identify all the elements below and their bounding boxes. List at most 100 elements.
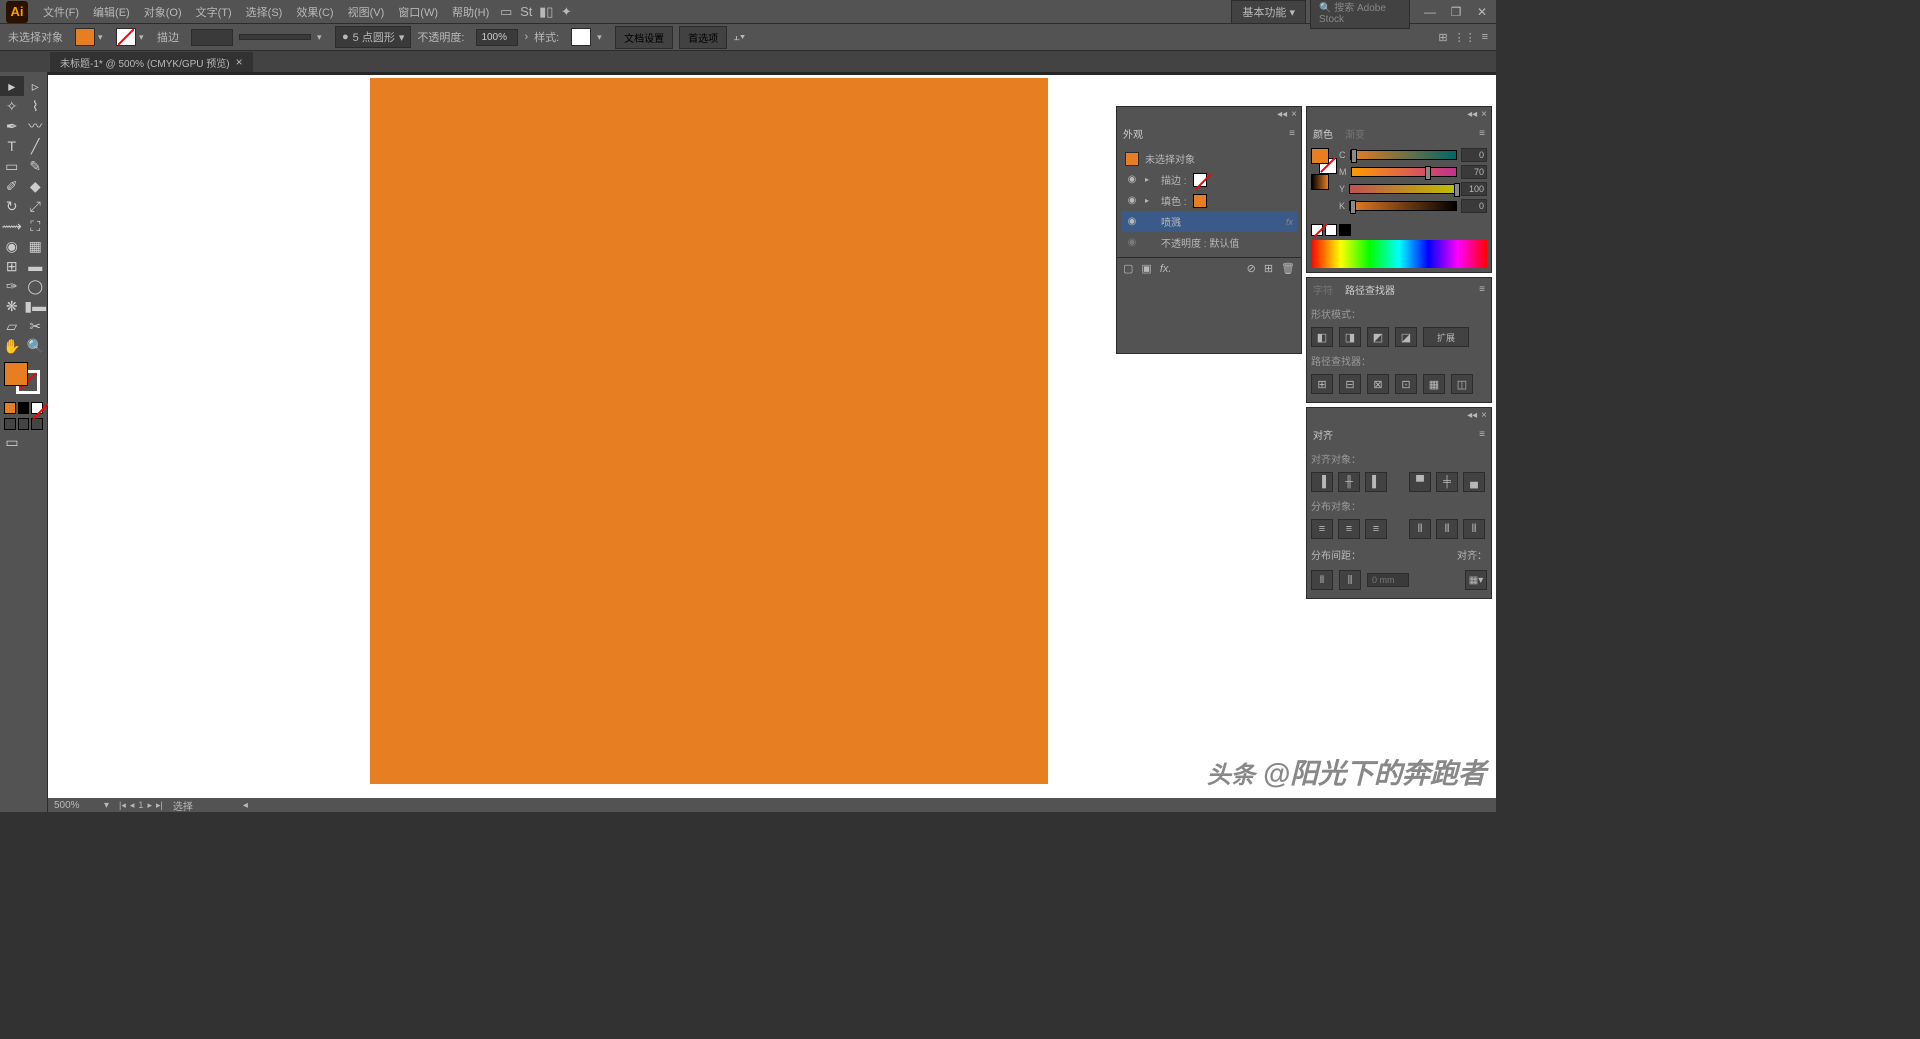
align-top-button[interactable]: ▀: [1409, 472, 1431, 492]
mesh-tool[interactable]: ⊞: [0, 256, 24, 276]
k-value[interactable]: 0: [1461, 199, 1487, 213]
gradient-tool[interactable]: ▬: [24, 256, 48, 276]
m-slider[interactable]: [1351, 167, 1458, 177]
new-stroke-icon[interactable]: ▢: [1123, 262, 1133, 275]
menu-view[interactable]: 视图(V): [341, 4, 392, 20]
trim-button[interactable]: ⊟: [1339, 374, 1361, 394]
document-setup-button[interactable]: 文档设置: [615, 26, 673, 49]
width-tool[interactable]: ⟿: [0, 216, 24, 236]
fill-color[interactable]: [4, 362, 28, 386]
align-vcenter-button[interactable]: ╪: [1436, 472, 1458, 492]
align-to-icon[interactable]: ⫠▾: [733, 31, 745, 44]
align-tab[interactable]: 对齐: [1313, 427, 1333, 442]
stock-icon[interactable]: St: [516, 2, 536, 22]
white-swatch[interactable]: [1325, 224, 1337, 236]
merge-button[interactable]: ⊠: [1367, 374, 1389, 394]
menu-help[interactable]: 帮助(H): [445, 4, 496, 20]
collapse-icon[interactable]: ◂◂: [1467, 410, 1477, 421]
pen-tool[interactable]: ✒: [0, 116, 24, 136]
color-spectrum[interactable]: [1311, 240, 1487, 268]
expand-arrow[interactable]: ▸: [1145, 175, 1155, 184]
add-effect-icon[interactable]: fx.: [1160, 263, 1172, 275]
minimize-icon[interactable]: —: [1422, 5, 1438, 19]
draw-normal[interactable]: [4, 418, 16, 430]
artboard-tool[interactable]: ▱: [0, 316, 24, 336]
pathfinder-tab[interactable]: 路径查找器: [1345, 282, 1395, 297]
visibility-toggle[interactable]: ◉: [1125, 174, 1139, 185]
panel-menu-icon[interactable]: ≡: [1479, 429, 1485, 440]
hand-tool[interactable]: ✋: [0, 336, 24, 356]
style-swatch[interactable]: [571, 28, 591, 46]
panel-menu-icon[interactable]: ≡: [1479, 128, 1485, 139]
artwork-orange-rectangle[interactable]: [370, 78, 1048, 784]
close-panel-icon[interactable]: ×: [1481, 109, 1487, 120]
spacing-input[interactable]: 0 mm: [1367, 573, 1409, 587]
visibility-toggle[interactable]: ◉: [1125, 195, 1139, 206]
isolate-icon[interactable]: ⋮⋮: [1454, 31, 1476, 44]
panel-menu-icon[interactable]: ≡: [1479, 284, 1485, 295]
paintbrush-tool[interactable]: ✎: [24, 156, 48, 176]
dist-top-button[interactable]: ≡: [1311, 519, 1333, 539]
menu-edit[interactable]: 编辑(E): [86, 4, 137, 20]
dist-left-button[interactable]: ⦀: [1409, 519, 1431, 539]
zoom-dropdown[interactable]: ▾: [104, 800, 109, 811]
visibility-toggle[interactable]: ◉: [1125, 237, 1139, 248]
align-to-selector[interactable]: ▦▾: [1465, 570, 1487, 590]
type-tool[interactable]: T: [0, 136, 24, 156]
fill-swatch[interactable]: [75, 28, 95, 46]
stroke-row-swatch[interactable]: [1193, 173, 1207, 187]
brush-definition[interactable]: [239, 34, 311, 40]
selection-tool[interactable]: ▸: [0, 76, 24, 96]
fill-stroke-box[interactable]: [4, 362, 40, 394]
minus-back-button[interactable]: ◫: [1451, 374, 1473, 394]
scale-tool[interactable]: ⤢: [24, 196, 48, 216]
minus-front-button[interactable]: ◨: [1339, 327, 1361, 347]
align-hcenter-button[interactable]: ╫: [1338, 472, 1360, 492]
shape-builder-tool[interactable]: ◉: [0, 236, 24, 256]
align-right-button[interactable]: ▌: [1365, 472, 1387, 492]
fill-dropdown[interactable]: ▾: [98, 32, 110, 43]
draw-behind[interactable]: [18, 418, 30, 430]
exclude-button[interactable]: ◪: [1395, 327, 1417, 347]
zoom-tool[interactable]: 🔍: [24, 336, 48, 356]
align-bottom-button[interactable]: ▄: [1463, 472, 1485, 492]
black-swatch[interactable]: [1339, 224, 1351, 236]
fill-row-swatch[interactable]: [1193, 194, 1207, 208]
prev-page-icon[interactable]: ◂: [130, 800, 135, 811]
screen-mode[interactable]: ▭: [0, 432, 24, 452]
rotate-tool[interactable]: ↻: [0, 196, 24, 216]
gpu-icon[interactable]: ✦: [556, 2, 576, 22]
color-tab[interactable]: 颜色: [1313, 126, 1333, 141]
menu-object[interactable]: 对象(O): [137, 4, 189, 20]
gradient-tab[interactable]: 渐变: [1345, 126, 1365, 141]
c-value[interactable]: 0: [1461, 148, 1487, 162]
dist-vcenter-button[interactable]: ≡: [1338, 519, 1360, 539]
transform-panel-icon[interactable]: ⊞: [1438, 31, 1447, 44]
k-slider[interactable]: [1349, 201, 1457, 211]
panel-menu-icon[interactable]: ≡: [1289, 128, 1295, 139]
unite-button[interactable]: ◧: [1311, 327, 1333, 347]
intersect-button[interactable]: ◩: [1367, 327, 1389, 347]
color-mode-none[interactable]: [31, 402, 43, 414]
slice-tool[interactable]: ✂: [24, 316, 48, 336]
collapse-icon[interactable]: ◂◂: [1277, 109, 1287, 120]
expand-arrow[interactable]: ▸: [1145, 196, 1155, 205]
zoom-level[interactable]: 500%: [54, 800, 94, 811]
fx-indicator[interactable]: fx: [1286, 217, 1293, 227]
menu-select[interactable]: 选择(S): [239, 4, 290, 20]
collapse-icon[interactable]: ◂◂: [1467, 109, 1477, 120]
document-tab[interactable]: 未标题-1* @ 500% (CMYK/GPU 预览) ×: [50, 52, 253, 72]
last-page-icon[interactable]: ▸|: [156, 800, 163, 811]
free-transform-tool[interactable]: ⛶: [24, 216, 48, 236]
dist-right-button[interactable]: ⦀: [1463, 519, 1485, 539]
none-swatch[interactable]: [1311, 224, 1323, 236]
color-mode-gradient[interactable]: [18, 402, 30, 414]
clear-icon[interactable]: ⊘: [1247, 262, 1256, 275]
dist-vspace-button[interactable]: ⫴: [1311, 570, 1333, 590]
fill-swatch[interactable]: [1311, 148, 1329, 164]
search-adobe-stock[interactable]: 🔍 搜索 Adobe Stock: [1310, 0, 1410, 29]
menu-file[interactable]: 文件(F): [36, 4, 86, 20]
y-slider[interactable]: [1349, 184, 1457, 194]
char-tab[interactable]: 字符: [1313, 282, 1333, 297]
close-panel-icon[interactable]: ×: [1291, 109, 1297, 120]
